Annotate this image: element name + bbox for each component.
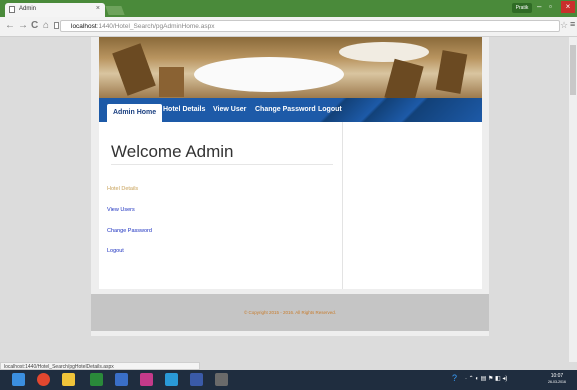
page-icon xyxy=(9,6,15,13)
nav-admin-home[interactable]: Admin Home xyxy=(107,104,163,122)
windows-taskbar: ? · ⌃ ◐ ▤ ⚑ ◧ ◂) 10:07 26-03-2016 xyxy=(0,370,577,390)
back-icon[interactable]: ← xyxy=(5,20,15,32)
maximize-icon[interactable]: ▫ xyxy=(549,2,552,11)
main-navbar: Admin Home Hotel Details View User Chang… xyxy=(99,98,482,122)
file-explorer-icon[interactable] xyxy=(62,373,75,386)
url-path: :1440/Hotel_Search/pgAdminHome.aspx xyxy=(96,23,215,30)
scrollbar-thumb[interactable] xyxy=(570,45,576,95)
link-view-users[interactable]: View Users xyxy=(107,207,135,213)
copyright-text: © Copyright 2015 - 2016. All Rights Rese… xyxy=(243,310,337,315)
nav-hotel-details[interactable]: Hotel Details xyxy=(163,104,205,122)
browser-toolbar: ← → C ⌂ localhost:1440/Hotel_Search/pgAd… xyxy=(0,17,577,37)
title-divider xyxy=(111,164,333,165)
minimize-icon[interactable]: – xyxy=(537,2,541,11)
header-banner-image xyxy=(99,37,482,98)
menu-icon[interactable]: ≡ xyxy=(570,19,575,29)
site-container: Admin Home Hotel Details View User Chang… xyxy=(91,37,489,336)
nav-change-password[interactable]: Change Password xyxy=(255,104,316,122)
main-content: Welcome Admin Hotel Details View Users C… xyxy=(99,122,482,289)
help-icon[interactable]: ? xyxy=(452,373,457,383)
clock-date: 26-03-2016 xyxy=(548,380,566,384)
home-icon[interactable]: ⌂ xyxy=(43,20,49,32)
taskbar-clock[interactable]: 10:07 26-03-2016 xyxy=(548,373,566,385)
sidebar-divider xyxy=(342,122,343,289)
url-host: localhost xyxy=(71,23,97,30)
app-icon[interactable] xyxy=(90,373,103,386)
page-info-icon[interactable] xyxy=(54,22,59,29)
status-bar-url: localhost:1440/Hotel_Search/pgHotelDetai… xyxy=(0,362,200,370)
forward-icon[interactable]: → xyxy=(18,20,28,32)
media-app-icon[interactable] xyxy=(140,373,153,386)
browser-tabstrip: Admin × Pratik – ▫ × xyxy=(0,0,577,17)
reload-icon[interactable]: C xyxy=(31,20,38,32)
link-hotel-details[interactable]: Hotel Details xyxy=(107,186,138,192)
nav-logout[interactable]: Logout xyxy=(318,104,342,122)
chrome-icon[interactable] xyxy=(37,373,50,386)
paint-app-icon[interactable] xyxy=(215,373,228,386)
tab-close-icon[interactable]: × xyxy=(96,5,100,12)
address-bar[interactable]: localhost:1440/Hotel_Search/pgAdminHome.… xyxy=(60,20,560,32)
link-change-password[interactable]: Change Password xyxy=(107,228,152,234)
new-tab-button[interactable] xyxy=(105,6,125,15)
network-app-icon[interactable] xyxy=(190,373,203,386)
start-icon[interactable] xyxy=(12,373,25,386)
visual-studio-icon[interactable] xyxy=(115,373,128,386)
system-tray-icons[interactable]: · ⌃ ◐ ▤ ⚑ ◧ ◂) xyxy=(465,375,507,382)
skype-icon[interactable] xyxy=(165,373,178,386)
close-window-icon[interactable]: × xyxy=(561,1,575,13)
tab-title: Admin xyxy=(19,6,37,12)
page-viewport: Admin Home Hotel Details View User Chang… xyxy=(0,37,569,362)
nav-view-user[interactable]: View User xyxy=(213,104,246,122)
bookmark-star-icon[interactable]: ☆ xyxy=(560,20,568,31)
browser-tab[interactable]: Admin × xyxy=(5,3,105,17)
vertical-scrollbar[interactable] xyxy=(569,37,577,362)
user-profile-button[interactable]: Pratik xyxy=(512,3,532,13)
page-title: Welcome Admin xyxy=(111,142,234,161)
link-logout[interactable]: Logout xyxy=(107,248,124,254)
page-footer: © Copyright 2015 - 2016. All Rights Rese… xyxy=(91,294,489,331)
